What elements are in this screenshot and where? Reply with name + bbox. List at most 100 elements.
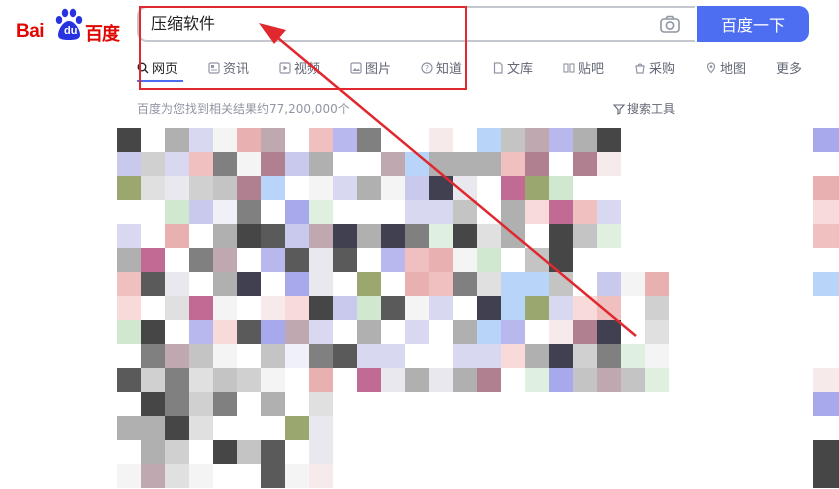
- mosaic-cell: [645, 344, 669, 368]
- mosaic-cell: [141, 392, 165, 416]
- mosaic-cell: [477, 224, 501, 248]
- svg-text:?: ?: [425, 64, 429, 73]
- mosaic-cell: [213, 392, 237, 416]
- search-button[interactable]: 百度一下: [697, 6, 809, 42]
- mosaic-cell: [213, 248, 237, 272]
- mosaic-cell: [309, 464, 333, 488]
- mosaic-cell: [285, 464, 309, 488]
- mosaic-cell: [597, 224, 621, 248]
- mosaic-cell: [189, 464, 213, 488]
- mosaic-cell: [309, 152, 333, 176]
- search-icon: [137, 62, 149, 73]
- search-tabs: 网页 资讯 视频 图片 ? 知道 文库 贴吧 采购 地图 更多: [137, 58, 837, 82]
- tab-zhidao[interactable]: ? 知道: [421, 58, 462, 77]
- mosaic-cell: [549, 128, 573, 152]
- mosaic-cell: [405, 248, 429, 272]
- mosaic-cell: [597, 200, 621, 224]
- tab-label: 贴吧: [578, 62, 605, 77]
- camera-icon[interactable]: [659, 14, 681, 34]
- tab-news[interactable]: 资讯: [208, 58, 249, 77]
- mosaic-cell: [237, 368, 261, 392]
- mosaic-cell: [549, 296, 573, 320]
- mosaic-cell: [477, 296, 501, 320]
- mosaic-cell: [309, 344, 333, 368]
- mosaic-cell: [381, 176, 405, 200]
- mosaic-cell: [165, 272, 189, 296]
- mosaic-cell: [141, 440, 165, 464]
- mosaic-cell: [429, 176, 453, 200]
- mosaic-cell: [429, 248, 453, 272]
- tab-wenku[interactable]: 文库: [492, 58, 533, 77]
- tab-tieba[interactable]: 贴吧: [563, 58, 604, 77]
- mosaic-cell: [501, 176, 525, 200]
- mosaic-cell: [597, 320, 621, 344]
- mosaic-cell: [501, 296, 525, 320]
- mosaic-cell: [237, 320, 261, 344]
- mosaic-cell: [597, 272, 621, 296]
- baidu-logo[interactable]: Bai du 百度: [14, 8, 122, 45]
- mosaic-cell: [477, 248, 501, 272]
- mosaic-cell: [525, 200, 549, 224]
- mosaic-cell: [573, 368, 597, 392]
- mosaic-cell: [405, 224, 429, 248]
- mosaic-cell: [525, 344, 549, 368]
- mosaic-cell: [813, 272, 839, 296]
- mosaic-cell: [285, 272, 309, 296]
- search-tools-button[interactable]: 搜索工具: [613, 100, 675, 117]
- mosaic-cell: [309, 128, 333, 152]
- mosaic-cell: [453, 176, 477, 200]
- mosaic-cell: [501, 344, 525, 368]
- search-tools-label: 搜索工具: [627, 102, 676, 116]
- tab-video[interactable]: 视频: [279, 58, 320, 77]
- mosaic-cell: [357, 224, 381, 248]
- mosaic-cell: [117, 320, 141, 344]
- mosaic-cell: [405, 320, 429, 344]
- mosaic-cell: [141, 176, 165, 200]
- tab-label: 网页: [152, 62, 179, 77]
- mosaic-cell: [237, 200, 261, 224]
- mosaic-cell: [381, 296, 405, 320]
- tab-images[interactable]: 图片: [350, 58, 391, 77]
- tab-more[interactable]: 更多: [776, 58, 802, 77]
- mosaic-cell: [165, 440, 189, 464]
- mosaic-cell: [261, 152, 285, 176]
- mosaic-cell: [477, 368, 501, 392]
- shopping-icon: [635, 63, 645, 74]
- tab-web[interactable]: 网页: [137, 58, 178, 77]
- mosaic-cell: [165, 224, 189, 248]
- result-count: 百度为您找到相关结果约77,200,000个: [137, 102, 350, 116]
- mosaic-cell: [165, 200, 189, 224]
- mosaic-cell: [525, 272, 549, 296]
- mosaic-cell: [285, 344, 309, 368]
- mosaic-cell: [213, 152, 237, 176]
- search-input[interactable]: [151, 8, 631, 40]
- mosaic-cell: [117, 224, 141, 248]
- mosaic-cell: [189, 176, 213, 200]
- tab-purchase[interactable]: 采购: [634, 58, 675, 77]
- tab-map[interactable]: 地图: [705, 58, 746, 77]
- image-icon: [350, 61, 362, 74]
- mosaic-cell: [597, 368, 621, 392]
- mosaic-cell: [333, 224, 357, 248]
- mosaic-cell: [501, 224, 525, 248]
- mosaic-cell: [141, 320, 165, 344]
- tab-label: 视频: [294, 62, 321, 77]
- tab-label: 知道: [436, 62, 463, 77]
- mosaic-cell: [189, 200, 213, 224]
- mosaic-cell: [405, 176, 429, 200]
- mosaic-cell: [237, 176, 261, 200]
- mosaic-cell: [309, 368, 333, 392]
- mosaic-cell: [213, 128, 237, 152]
- mosaic-cell: [141, 464, 165, 488]
- mosaic-cell: [189, 128, 213, 152]
- mosaic-cell: [237, 128, 261, 152]
- mosaic-cell: [189, 296, 213, 320]
- filter-icon: [613, 103, 625, 115]
- mosaic-cell: [813, 224, 839, 248]
- mosaic-cell: [117, 272, 141, 296]
- mosaic-cell: [357, 272, 381, 296]
- mosaic-cell: [525, 248, 549, 272]
- mosaic-cell: [165, 392, 189, 416]
- mosaic-cell: [549, 320, 573, 344]
- mosaic-cell: [165, 368, 189, 392]
